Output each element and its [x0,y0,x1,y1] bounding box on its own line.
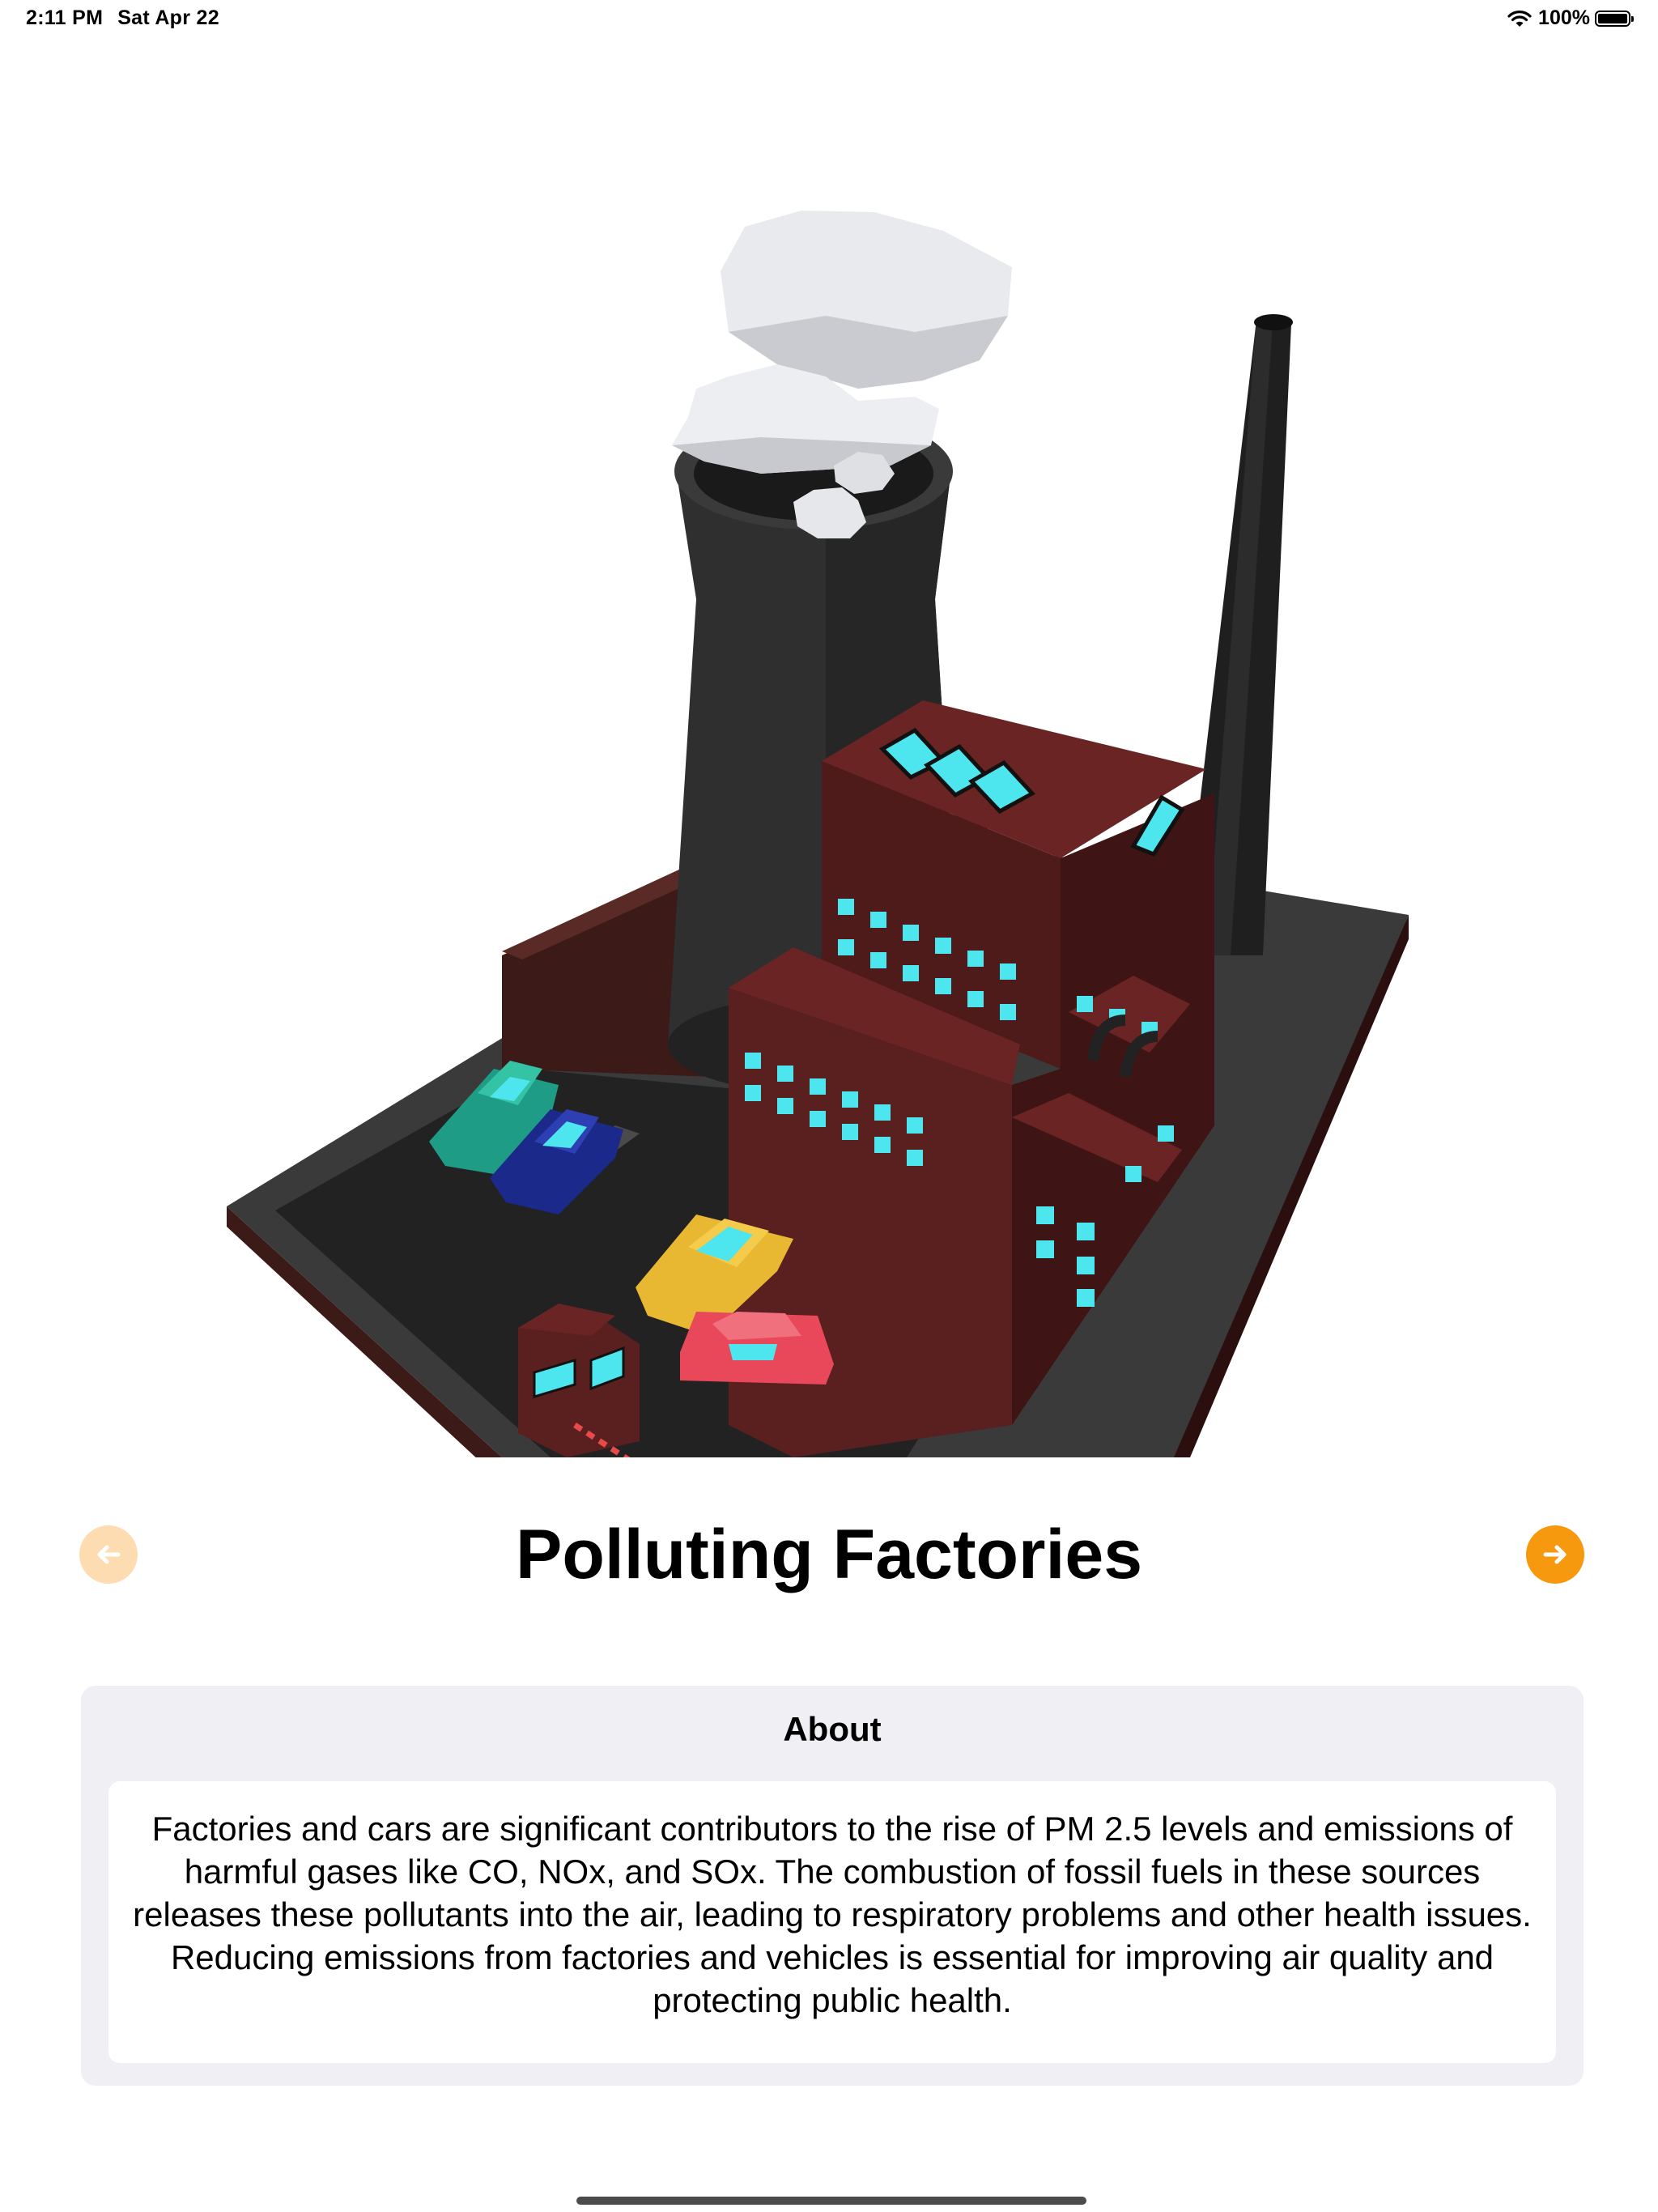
battery-icon [1595,10,1634,27]
factory-illustration [227,211,1409,1457]
status-time-date: 2:11 PM Sat Apr 22 [26,6,234,30]
home-indicator[interactable] [576,2197,1086,2205]
about-body-text: Factories and cars are significant contr… [108,1781,1556,2063]
wifi-icon [1507,10,1532,27]
about-card: About Factories and cars are significant… [81,1686,1584,2086]
about-heading: About [783,1710,882,1748]
status-date: Sat Apr 22 [117,6,219,29]
page-title: Polluting Factories [515,1516,1143,1593]
status-time: 2:11 PM [26,6,104,29]
chimney-top [1254,314,1293,330]
status-bar: 2:11 PM Sat Apr 22 100% [0,0,1658,39]
arrow-right-circle-icon [1543,1545,1567,1564]
battery-percent: 100% [1538,6,1590,29]
status-indicators: 100% [1507,6,1634,30]
next-button[interactable] [1526,1525,1584,1584]
car-red [680,1312,834,1385]
navigation-row: Polluting Factories [0,1514,1658,1595]
